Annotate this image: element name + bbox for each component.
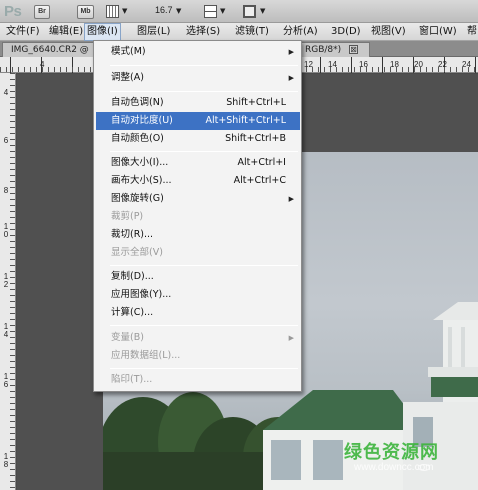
ruler-label: 12 xyxy=(304,60,313,69)
menu-filter[interactable]: 滤镜(T) xyxy=(233,23,271,41)
ruler-label: 18 xyxy=(390,60,399,69)
watermark-url: www.downcc.com xyxy=(354,462,434,473)
vertical-ruler[interactable]: 4 6 8 1 0 1 2 1 4 1 6 1 8 xyxy=(0,73,16,490)
ruler-label: 8 xyxy=(3,186,9,195)
ruler-label: 6 xyxy=(3,136,9,145)
menu-separator xyxy=(110,65,298,66)
ruler-label: 1 2 xyxy=(3,272,9,289)
menu-bar: 文件(F) 编辑(E) 图像(I) 图层(L) 选择(S) 滤镜(T) 分析(A… xyxy=(0,23,478,41)
zoom-level[interactable]: 16.7 xyxy=(155,5,173,15)
menu-separator xyxy=(110,151,298,152)
submenu-arrow-icon: ▶ xyxy=(288,74,294,82)
menu-item-auto-contrast[interactable]: 自动对比度(U) Alt+Shift+Ctrl+L xyxy=(96,112,300,130)
menu-edit[interactable]: 编辑(E) xyxy=(47,23,85,41)
menu-separator xyxy=(110,368,298,369)
mini-bridge-button[interactable]: Mb xyxy=(77,5,94,19)
screen-mode-icon[interactable] xyxy=(243,5,256,18)
menu-select[interactable]: 选择(S) xyxy=(184,23,222,41)
ruler-label: 14 xyxy=(328,60,337,69)
menu-item-image-size[interactable]: 图像大小(I)... Alt+Ctrl+I xyxy=(96,154,300,172)
menu-item-calculations[interactable]: 计算(C)... xyxy=(96,304,300,322)
menu-separator xyxy=(110,265,298,266)
ruler-label: 1 8 xyxy=(3,452,9,469)
arrange-dropdown-icon[interactable]: ▼ xyxy=(220,7,225,15)
menu-help[interactable]: 帮 xyxy=(465,23,478,41)
document-mode: RGB/8*) xyxy=(305,45,342,55)
menu-item-duplicate[interactable]: 复制(D)... xyxy=(96,268,300,286)
menu-image[interactable]: 图像(I) xyxy=(84,23,121,41)
menu-view[interactable]: 视图(V) xyxy=(369,23,408,41)
menu-layer[interactable]: 图层(L) xyxy=(135,23,172,41)
close-icon[interactable]: ⊠ xyxy=(349,45,358,54)
image-menu-dropdown: 模式(M) ▶ 调整(A) ▶ 自动色调(N) Shift+Ctrl+L 自动对… xyxy=(93,40,302,392)
menu-item-apply-data-set: 应用数据组(L)... xyxy=(111,350,181,361)
watermark-title: 绿色资源网 xyxy=(344,442,439,463)
ruler-label: 4 xyxy=(3,88,9,97)
menu-item-apply-image[interactable]: 应用图像(Y)... xyxy=(96,286,300,304)
bridge-button[interactable]: Br xyxy=(34,5,50,19)
menu-item-variables: 变量(B) ▶ xyxy=(96,329,300,347)
menu-file[interactable]: 文件(F) xyxy=(4,23,42,41)
zoom-dropdown-icon[interactable]: ▼ xyxy=(176,7,181,15)
menu-item-trim[interactable]: 裁切(R)... xyxy=(96,226,300,244)
photoshop-logo: Ps xyxy=(4,3,22,20)
view-extras-icon[interactable] xyxy=(106,5,119,18)
ruler-label: 22 xyxy=(438,60,447,69)
submenu-arrow-icon: ▶ xyxy=(288,334,294,342)
menu-item-trap: 陷印(T)... xyxy=(111,374,153,385)
ruler-label: 1 4 xyxy=(3,322,9,339)
ruler-label: 4 xyxy=(40,60,45,69)
ruler-minor-ticks xyxy=(10,73,15,490)
ruler-label: 24 xyxy=(462,60,471,69)
ruler-label: 1 6 xyxy=(3,372,9,389)
arrange-documents-icon[interactable] xyxy=(204,5,217,18)
menu-item-adjustments[interactable]: 调整(A) ▶ xyxy=(96,69,300,87)
menu-3d[interactable]: 3D(D) xyxy=(329,23,363,41)
submenu-arrow-icon: ▶ xyxy=(288,48,294,56)
menu-analysis[interactable]: 分析(A) xyxy=(281,23,320,41)
menu-item-auto-color[interactable]: 自动颜色(O) Shift+Ctrl+B xyxy=(96,130,300,148)
menu-item-mode[interactable]: 模式(M) ▶ xyxy=(96,43,300,61)
watermark: 绿色资源网 www.downcc.com xyxy=(340,438,468,482)
menu-window[interactable]: 窗口(W) xyxy=(417,23,459,41)
menu-item-auto-tone[interactable]: 自动色调(N) Shift+Ctrl+L xyxy=(96,94,300,112)
ruler-label: 20 xyxy=(414,60,423,69)
ruler-label: 1 0 xyxy=(3,222,9,239)
ruler-label: 16 xyxy=(359,60,368,69)
application-bar: Ps Br Mb ▼ 16.7 ▼ ▼ ▼ xyxy=(0,0,478,23)
menu-item-image-rotation[interactable]: 图像旋转(G) ▶ xyxy=(96,190,300,208)
document-title: IMG_6640.CR2 @ xyxy=(11,45,89,55)
menu-item-reveal-all: 显示全部(V) xyxy=(111,247,163,258)
view-extras-dropdown-icon[interactable]: ▼ xyxy=(122,7,127,15)
menu-separator xyxy=(110,91,298,92)
menu-item-canvas-size[interactable]: 画布大小(S)... Alt+Ctrl+C xyxy=(96,172,300,190)
menu-separator xyxy=(110,325,298,326)
menu-item-crop: 裁剪(P) xyxy=(111,211,144,222)
screen-mode-dropdown-icon[interactable]: ▼ xyxy=(260,7,265,15)
submenu-arrow-icon: ▶ xyxy=(288,195,294,203)
